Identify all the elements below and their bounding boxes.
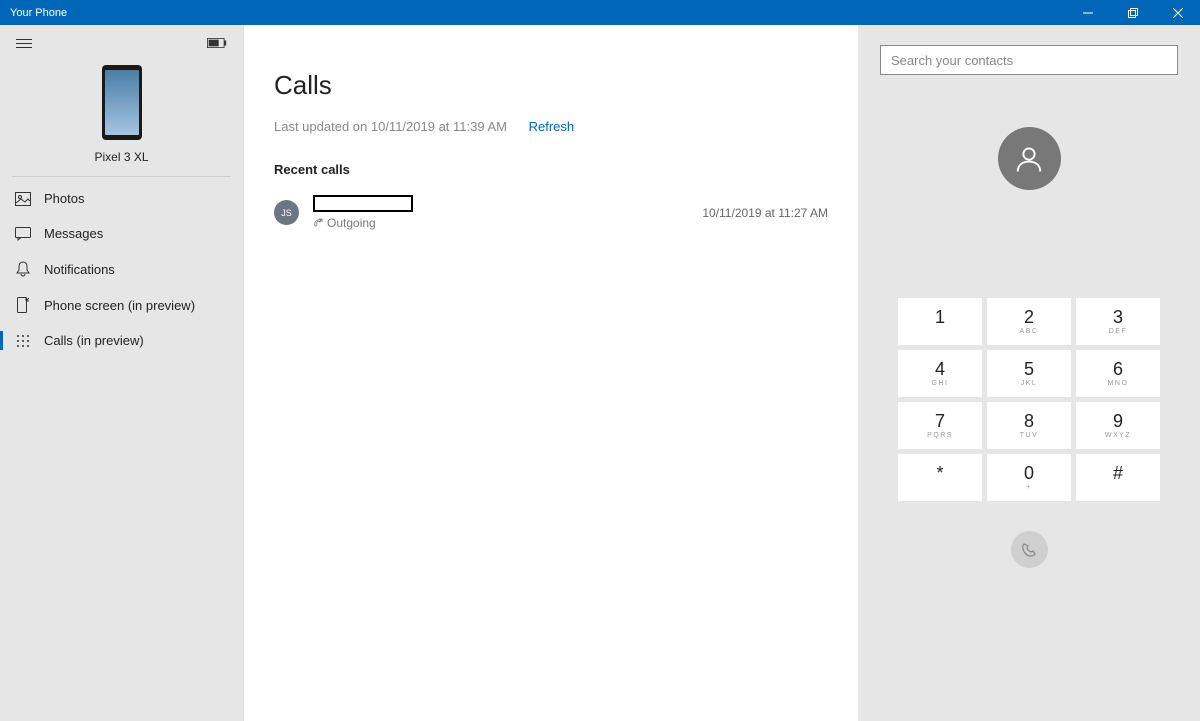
outgoing-call-icon	[313, 218, 323, 228]
close-button[interactable]	[1155, 0, 1200, 25]
sidebar: Pixel 3 XL Photos Messages Notification	[0, 25, 244, 721]
photos-icon	[14, 192, 32, 206]
nav-list: Photos Messages Notifications Phone scre…	[0, 181, 243, 358]
window-controls	[1065, 0, 1200, 25]
key-7[interactable]: 7PQRS	[898, 402, 982, 449]
contact-avatar: JS	[274, 200, 299, 225]
recent-calls-heading: Recent calls	[274, 162, 828, 177]
nav-label: Notifications	[44, 262, 115, 277]
phone-screen-icon	[14, 297, 32, 313]
call-row[interactable]: JS Outgoing 10/11/2019 at 11:27 AM	[274, 195, 828, 230]
messages-icon	[14, 227, 32, 241]
maximize-button[interactable]	[1110, 0, 1155, 25]
divider	[12, 176, 231, 177]
dialer-panel: 1 2ABC 3DEF 4GHI 5JKL 6MNO 7PQRS 8TUV 9W…	[858, 25, 1200, 721]
phone-image	[102, 65, 142, 140]
device-preview: Pixel 3 XL	[0, 61, 243, 176]
last-updated-row: Last updated on 10/11/2019 at 11:39 AM R…	[274, 119, 828, 134]
phone-icon	[1021, 542, 1037, 558]
key-5[interactable]: 5JKL	[987, 350, 1071, 397]
key-2[interactable]: 2ABC	[987, 298, 1071, 345]
contact-placeholder-avatar	[998, 127, 1061, 190]
page-title: Calls	[274, 70, 828, 101]
nav-item-calls[interactable]: Calls (in preview)	[0, 323, 243, 358]
main-content: Calls Last updated on 10/11/2019 at 11:3…	[244, 25, 858, 721]
battery-icon	[207, 35, 227, 51]
minimize-button[interactable]	[1065, 0, 1110, 25]
key-9[interactable]: 9WXYZ	[1076, 402, 1160, 449]
nav-label: Photos	[44, 191, 84, 206]
refresh-link[interactable]: Refresh	[529, 119, 575, 134]
person-icon	[1014, 144, 1044, 174]
dialpad: 1 2ABC 3DEF 4GHI 5JKL 6MNO 7PQRS 8TUV 9W…	[898, 298, 1160, 501]
nav-item-messages[interactable]: Messages	[0, 216, 243, 251]
contact-name-redacted	[313, 195, 413, 212]
nav-label: Messages	[44, 226, 103, 241]
call-info: Outgoing	[313, 195, 702, 230]
nav-label: Calls (in preview)	[44, 333, 144, 348]
nav-item-notifications[interactable]: Notifications	[0, 251, 243, 287]
key-0[interactable]: 0+	[987, 454, 1071, 501]
key-1[interactable]: 1	[898, 298, 982, 345]
dialpad-icon	[14, 334, 32, 348]
key-4[interactable]: 4GHI	[898, 350, 982, 397]
app-title: Your Phone	[10, 7, 1065, 19]
key-6[interactable]: 6MNO	[1076, 350, 1160, 397]
nav-item-phone-screen[interactable]: Phone screen (in preview)	[0, 287, 243, 323]
last-updated-text: Last updated on 10/11/2019 at 11:39 AM	[274, 119, 507, 134]
nav-item-photos[interactable]: Photos	[0, 181, 243, 216]
key-8[interactable]: 8TUV	[987, 402, 1071, 449]
nav-label: Phone screen (in preview)	[44, 298, 195, 313]
dial-call-button[interactable]	[1011, 531, 1048, 568]
hamburger-menu-icon[interactable]	[16, 39, 32, 48]
call-timestamp: 10/11/2019 at 11:27 AM	[702, 206, 828, 220]
key-3[interactable]: 3DEF	[1076, 298, 1160, 345]
search-contacts-input[interactable]	[880, 45, 1178, 75]
device-name: Pixel 3 XL	[0, 150, 243, 164]
notifications-icon	[14, 261, 32, 277]
call-type: Outgoing	[313, 216, 702, 230]
key-star[interactable]: *	[898, 454, 982, 501]
titlebar: Your Phone	[0, 0, 1200, 25]
key-hash[interactable]: #	[1076, 454, 1160, 501]
